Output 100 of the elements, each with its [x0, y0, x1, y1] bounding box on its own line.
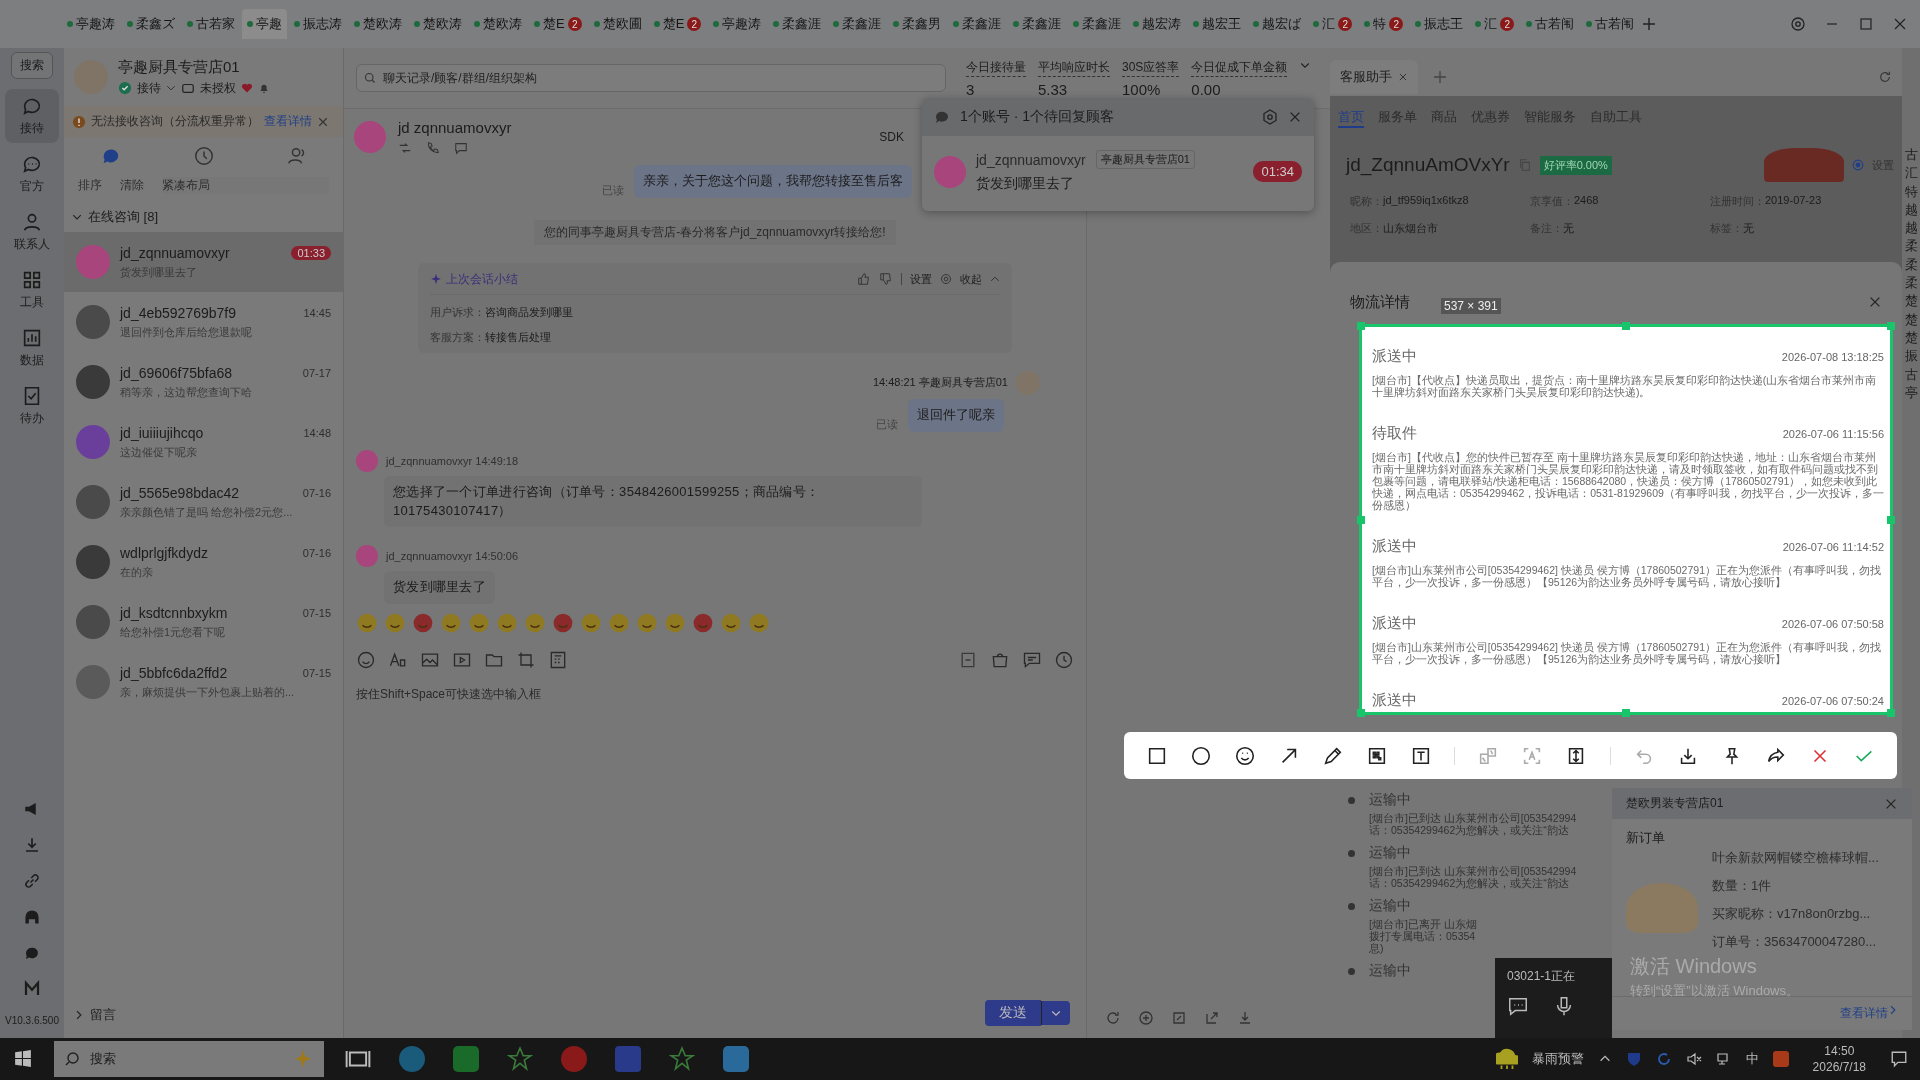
- message-input[interactable]: 按住Shift+Space可快速选中输入框: [344, 678, 1086, 1000]
- resize-handle[interactable]: [1622, 322, 1630, 330]
- shop-tab[interactable]: 汇 2: [1470, 9, 1520, 39]
- bell-icon[interactable]: [258, 82, 270, 94]
- side-tab[interactable]: 柔: [1904, 276, 1918, 291]
- close-icon[interactable]: [317, 115, 329, 128]
- browser-app-icon[interactable]: [399, 1046, 425, 1072]
- chevron-right-icon[interactable]: [74, 1010, 84, 1020]
- side-tab[interactable]: 越: [1904, 221, 1918, 236]
- m-logo-icon[interactable]: [23, 980, 41, 998]
- phone-icon[interactable]: [426, 141, 440, 155]
- thumbs-down-icon[interactable]: [879, 272, 893, 287]
- side-tab[interactable]: 楚: [1904, 312, 1918, 327]
- chevron-right-icon[interactable]: [1888, 1005, 1898, 1015]
- star-app-icon[interactable]: [507, 1046, 533, 1072]
- resize-handle[interactable]: [1357, 709, 1365, 717]
- transfer-icon[interactable]: [398, 141, 412, 155]
- message-icon[interactable]: [1507, 995, 1529, 1017]
- chat-app-icon[interactable]: [723, 1046, 749, 1072]
- side-tab[interactable]: 楚: [1904, 330, 1918, 346]
- emoji-icon[interactable]: [1234, 744, 1257, 767]
- chat-app-icon[interactable]: [453, 1046, 479, 1072]
- settings-icon[interactable]: [1790, 16, 1806, 32]
- shop-tab[interactable]: 越宏王: [1188, 9, 1247, 39]
- radio-icon[interactable]: [1852, 159, 1864, 171]
- settings-icon[interactable]: [940, 273, 952, 286]
- shop-tab[interactable]: 振志涛: [289, 9, 347, 39]
- weather-alert[interactable]: 暴雨预警: [1531, 1050, 1584, 1068]
- collapse-link[interactable]: 收起: [960, 271, 982, 287]
- status-dropdown[interactable]: 接待: [137, 79, 161, 97]
- shop-tab[interactable]: 柔鑫男: [888, 9, 947, 39]
- search-button[interactable]: 搜索: [11, 52, 53, 79]
- shop-tab[interactable]: 古若闱: [1581, 9, 1640, 39]
- shop-tab[interactable]: 亭趣涛: [62, 9, 120, 39]
- maximize-icon[interactable]: [1858, 16, 1874, 32]
- shop-tab[interactable]: 楚欧涛: [349, 9, 407, 39]
- chevron-down-icon[interactable]: [166, 83, 176, 93]
- toolbar-button[interactable]: 清除: [120, 177, 144, 194]
- search-field[interactable]: 聊天记录/顾客/群组/组织架构: [356, 64, 946, 92]
- close-icon[interactable]: [1868, 295, 1882, 309]
- shop-tab[interactable]: 柔鑫ズ: [122, 9, 180, 39]
- shield-icon[interactable]: [1625, 1051, 1642, 1067]
- side-tab[interactable]: 亭: [1904, 385, 1918, 401]
- toolbar-icon[interactable]: [516, 650, 536, 671]
- assistant-tab[interactable]: 客服助手: [1330, 60, 1418, 94]
- side-tab[interactable]: 汇: [1904, 166, 1918, 181]
- toolbar-icon[interactable]: [548, 650, 568, 671]
- windows-start-icon[interactable]: [14, 1050, 32, 1068]
- side-tab[interactable]: 特: [1904, 184, 1918, 199]
- send-button[interactable]: 发送: [985, 1000, 1041, 1026]
- robot-app-icon[interactable]: [561, 1046, 587, 1072]
- close-icon[interactable]: [1288, 110, 1302, 124]
- shop-tab[interactable]: 亭趣涛: [708, 9, 767, 39]
- nav-item[interactable]: 官方: [5, 147, 59, 201]
- resize-handle[interactable]: [1887, 515, 1895, 524]
- note-icon[interactable]: [454, 141, 468, 155]
- resize-handle[interactable]: [1357, 322, 1365, 330]
- screenshot-selection[interactable]: [1359, 324, 1893, 715]
- shop-tab[interactable]: 柔鑫涯: [768, 9, 827, 39]
- link-icon[interactable]: [23, 872, 41, 890]
- shop-tab[interactable]: 楚E 2: [529, 9, 587, 39]
- shop-tab[interactable]: 楚欧涛: [409, 9, 467, 39]
- thumbs-up-icon[interactable]: [857, 272, 871, 287]
- shop-tab[interactable]: 柔鑫涯: [1068, 9, 1127, 39]
- ellipse-tool-icon[interactable]: [1190, 744, 1213, 767]
- headset-icon[interactable]: [23, 908, 41, 926]
- shop-tab[interactable]: 汇 2: [1308, 9, 1358, 39]
- nav-item[interactable]: 接待: [5, 89, 59, 143]
- input-method-app-icon[interactable]: [1772, 1051, 1789, 1067]
- shop-tab[interactable]: 越宏ば: [1248, 9, 1307, 39]
- nav-item[interactable]: 待办: [5, 379, 59, 433]
- add-tab-icon[interactable]: [1641, 16, 1658, 32]
- add-circle-icon[interactable]: [1138, 1010, 1154, 1026]
- shop-tab[interactable]: 古若家: [182, 9, 240, 39]
- shop-tab[interactable]: 越宏涛: [1128, 9, 1187, 39]
- toolbar-button[interactable]: 紧凑布局: [162, 177, 329, 194]
- speaker-muted-icon[interactable]: [1685, 1051, 1702, 1067]
- add-tab-icon[interactable]: [1432, 69, 1448, 85]
- group-label[interactable]: 留言: [90, 1006, 116, 1024]
- shop-tab[interactable]: 亭趣: [242, 9, 287, 39]
- side-tab[interactable]: 柔: [1904, 239, 1918, 254]
- resize-handle[interactable]: [1357, 515, 1365, 524]
- shop-tab[interactable]: 柔鑫涯: [1008, 9, 1067, 39]
- expand-icon[interactable]: [1171, 1010, 1187, 1026]
- shop-tab[interactable]: 楚E 2: [648, 9, 707, 39]
- shop-tab[interactable]: 振志王: [1410, 9, 1469, 39]
- shop-tab[interactable]: 古若闱: [1521, 9, 1580, 39]
- side-tab[interactable]: 楚: [1904, 294, 1918, 309]
- nav-item[interactable]: 数据: [5, 321, 59, 375]
- details-link[interactable]: 查看详情: [1840, 1005, 1888, 1022]
- resize-handle[interactable]: [1887, 709, 1895, 717]
- details-link[interactable]: 查看详情: [264, 113, 312, 130]
- refresh-icon[interactable]: [1105, 1010, 1121, 1026]
- download-icon[interactable]: [23, 836, 41, 854]
- settings-link[interactable]: 设置: [910, 271, 932, 287]
- star-app-icon[interactable]: [669, 1046, 695, 1072]
- shop-tab[interactable]: 楚欧涛: [469, 9, 527, 39]
- side-tab[interactable]: 古: [1904, 367, 1918, 382]
- external-link-icon[interactable]: [1204, 1010, 1220, 1026]
- send-options-button[interactable]: [1041, 1001, 1070, 1025]
